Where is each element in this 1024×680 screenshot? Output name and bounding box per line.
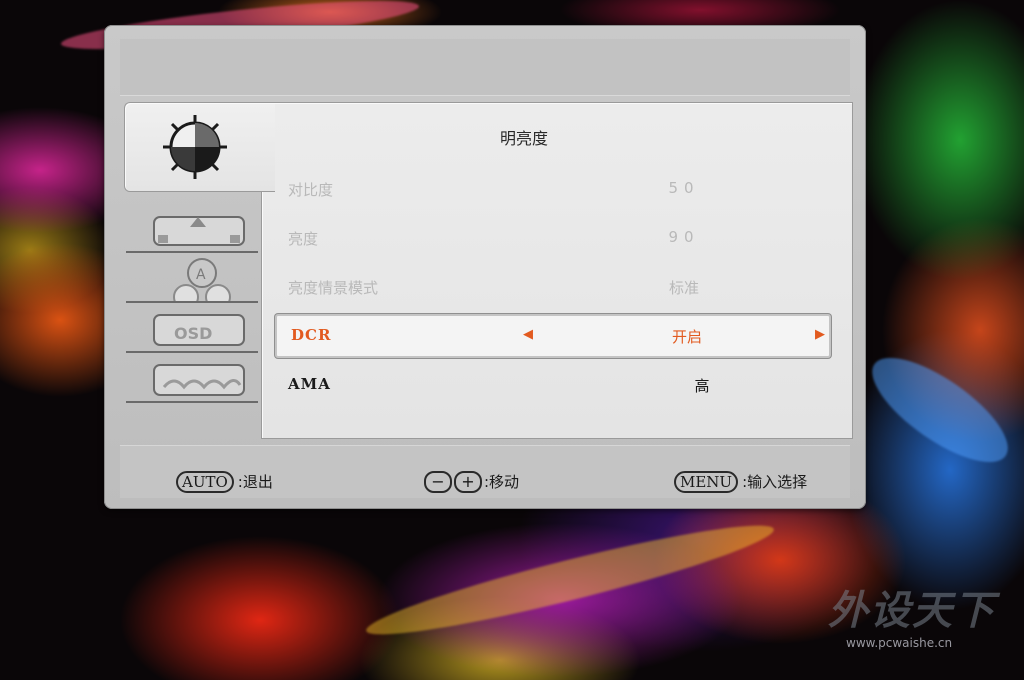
- menu-item-label: 亮度: [288, 230, 319, 248]
- arrow-left-icon[interactable]: ◀: [523, 327, 533, 342]
- menu-item-value: 高: [694, 377, 710, 395]
- menu-item-value: 开启: [671, 328, 702, 346]
- osd-menu-panel: A OSD 明亮度 对比度 50 亮度 90 亮度情景模式 标准 DCR ◀ 开…: [104, 25, 866, 509]
- tab-brightness[interactable]: [124, 102, 275, 192]
- menu-item-label: 亮度情景模式: [288, 279, 379, 297]
- color-setup-icon: A: [173, 258, 231, 301]
- menu-key-badge: MENU: [674, 471, 739, 493]
- watermark-logo: 外设天下: [828, 588, 996, 634]
- hint-label: :输入选择: [742, 473, 808, 491]
- tab-color-setup[interactable]: A: [126, 253, 258, 303]
- menu-item-value: 50: [668, 179, 700, 197]
- osd-footer-bar: AUTO:退出 − +:移动 MENU:输入选择: [120, 445, 850, 498]
- osd-setup-icon: OSD: [153, 314, 245, 346]
- menu-item-ama[interactable]: AMA 高: [274, 365, 832, 405]
- auto-key-badge: AUTO: [176, 471, 234, 493]
- osd-header-bar: [120, 39, 850, 96]
- image-setup-icon: [153, 216, 245, 246]
- svg-text:OSD: OSD: [174, 324, 212, 343]
- menu-item-label: AMA: [288, 375, 331, 393]
- menu-item-brightness[interactable]: 亮度 90: [274, 218, 832, 258]
- menu-title: 明亮度: [499, 129, 548, 148]
- hint-label: :移动: [484, 473, 520, 491]
- hint-auto-exit: AUTO:退出: [176, 471, 273, 493]
- watermark-url: www.pcwaishe.cn: [846, 636, 953, 650]
- hint-menu-select: MENU:输入选择: [674, 471, 807, 493]
- tab-image-setup[interactable]: [126, 203, 258, 253]
- menu-item-label: 对比度: [288, 181, 334, 199]
- plus-key-icon: +: [454, 471, 482, 493]
- hint-move: − +:移动: [424, 471, 519, 493]
- menu-item-value: 标准: [668, 279, 699, 297]
- svg-text:A: A: [196, 267, 206, 283]
- watermark: 外设天下 www.pcwaishe.cn: [828, 578, 1008, 650]
- tab-extra[interactable]: [126, 353, 258, 403]
- menu-item-label: DCR: [291, 326, 332, 344]
- menu-item-value: 90: [668, 228, 700, 246]
- tab-osd-setup[interactable]: OSD: [126, 303, 258, 353]
- menu-item-brightness-scene-mode[interactable]: 亮度情景模式 标准: [274, 267, 832, 307]
- brightness-icon: [163, 115, 227, 179]
- extra-icon: [153, 364, 245, 396]
- arrow-right-icon[interactable]: ▶: [815, 327, 825, 342]
- minus-key-icon: −: [424, 471, 452, 493]
- hint-label: :退出: [237, 473, 273, 491]
- menu-item-contrast[interactable]: 对比度 50: [274, 169, 832, 209]
- menu-item-dcr[interactable]: DCR ◀ 开启 ▶: [275, 314, 831, 358]
